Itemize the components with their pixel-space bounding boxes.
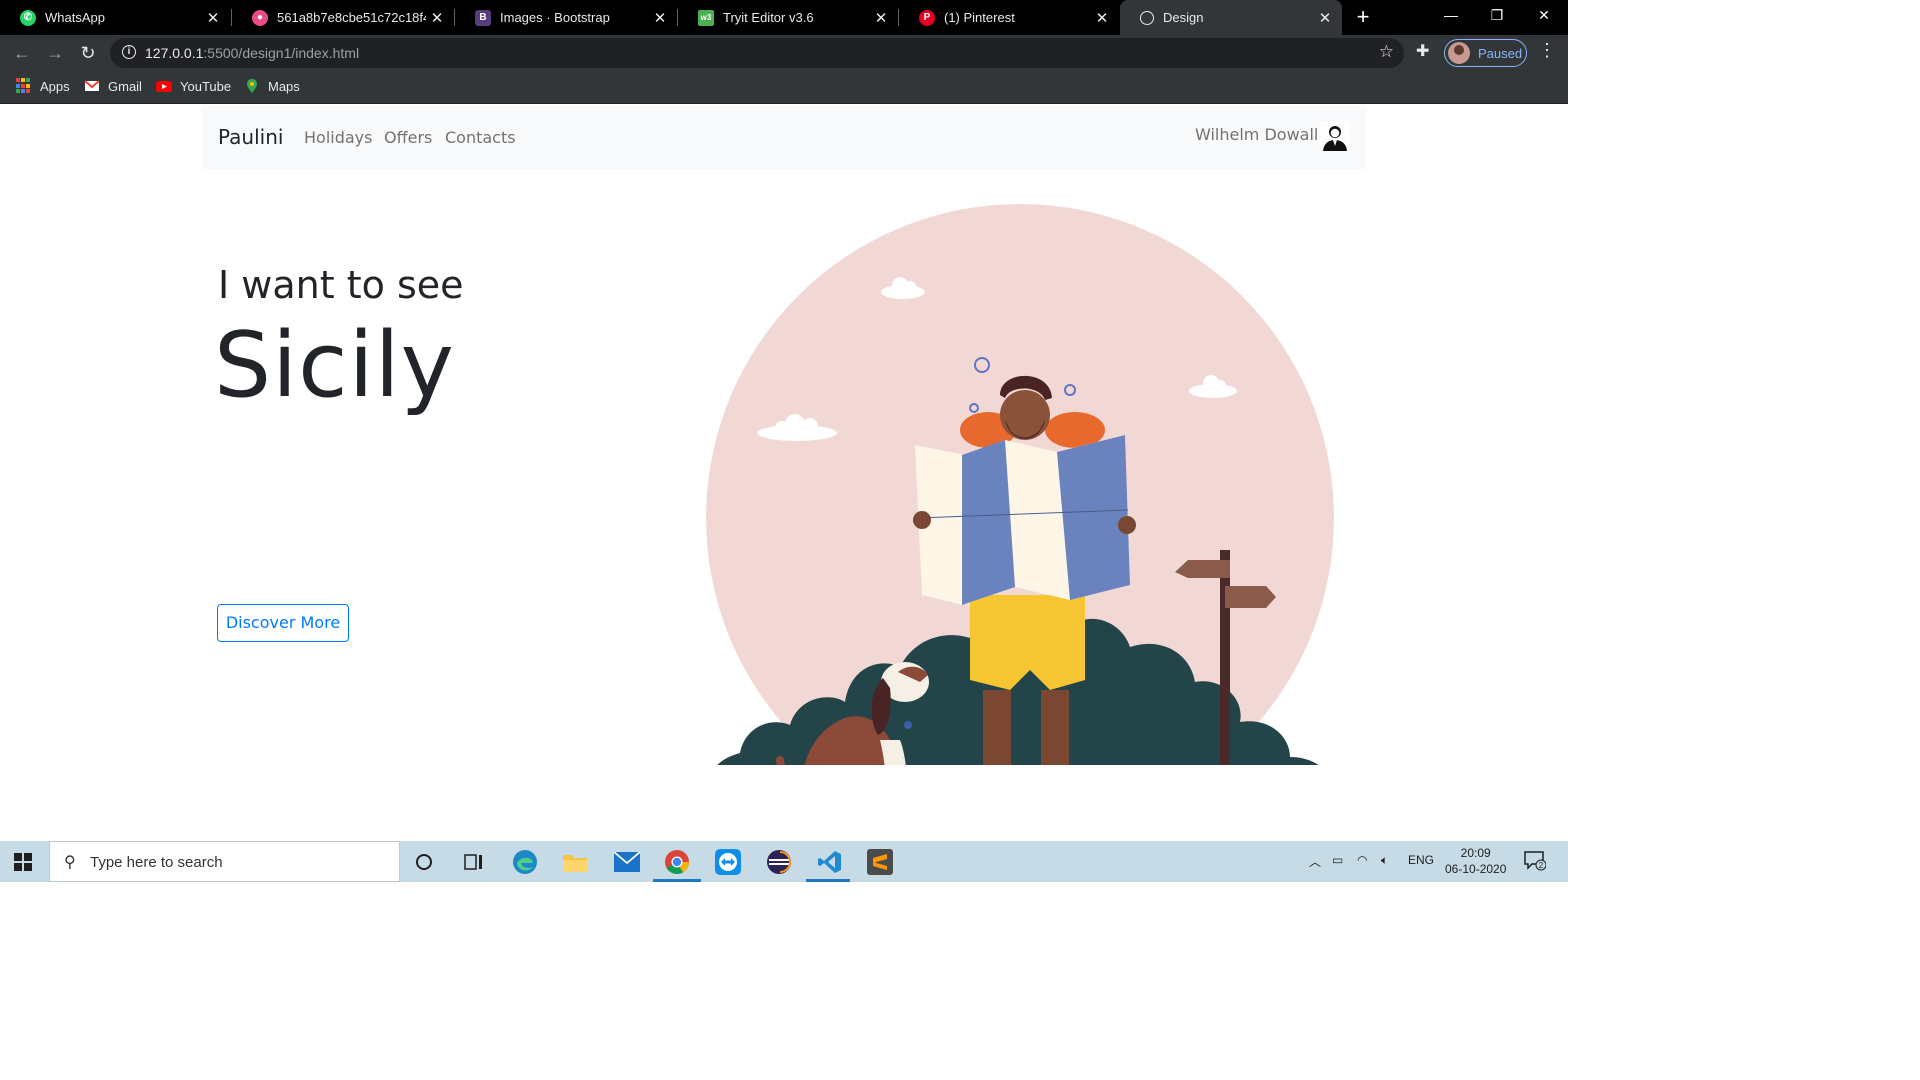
file-explorer-icon[interactable]: [560, 847, 590, 877]
nav-link-contacts[interactable]: Contacts: [445, 128, 516, 147]
search-icon: ⚲: [64, 854, 76, 871]
bootstrap-icon: B: [475, 9, 491, 26]
pinterest-icon: P: [919, 9, 935, 26]
vscode-icon[interactable]: [815, 847, 845, 877]
extensions-puzzle-icon[interactable]: ✚: [1416, 41, 1429, 61]
notification-center-icon[interactable]: 2: [1524, 851, 1547, 871]
tab-whatsapp[interactable]: ✆ WhatsApp ✕: [0, 0, 230, 35]
eclipse-icon[interactable]: [764, 847, 794, 877]
nav-link-offers[interactable]: Offers: [384, 128, 432, 147]
traveler-illustration: [706, 204, 1334, 765]
wifi-icon[interactable]: ◠: [1357, 853, 1367, 867]
windows-start-icon[interactable]: [14, 853, 32, 871]
close-tab-icon[interactable]: ✕: [202, 9, 224, 27]
whatsapp-icon: ✆: [20, 9, 36, 26]
url-path: :5500/design1/index.html: [203, 45, 360, 61]
tab-bootstrap[interactable]: B Images · Bootstrap ✕: [455, 0, 677, 35]
bookmarks-bar: Apps Gmail YouTube Maps: [0, 71, 1568, 104]
language-indicator[interactable]: ENG: [1408, 853, 1434, 867]
tab-title: Tryit Editor v3.6: [723, 10, 814, 25]
close-window-button[interactable]: ✕: [1521, 0, 1567, 32]
profile-label: Paused: [1478, 45, 1523, 61]
clock-date: 06-10-2020: [1445, 862, 1507, 876]
dribbble-icon: ●: [252, 9, 268, 26]
tab-title: (1) Pinterest: [944, 10, 1015, 25]
tab-title: 561a8b7e8cbe51c72c18f4ef0: [277, 10, 426, 25]
close-tab-icon[interactable]: ✕: [870, 9, 892, 27]
close-tab-icon[interactable]: ✕: [649, 9, 671, 27]
tab-bar: ✆ WhatsApp ✕ ● 561a8b7e8cbe51c72c18f4ef0…: [0, 0, 1568, 35]
url-host: 127.0.0.1: [145, 45, 204, 61]
user-name: Wilhelm Dowall: [1195, 125, 1319, 144]
notification-count: 2: [1539, 861, 1544, 870]
tab-dribbble[interactable]: ● 561a8b7e8cbe51c72c18f4ef0 ✕: [232, 0, 454, 35]
forward-button[interactable]: →: [43, 41, 67, 65]
bookmark-maps[interactable]: Maps: [244, 78, 300, 94]
hero-subtitle: I want to see: [218, 263, 464, 307]
bookmark-label: Gmail: [108, 78, 142, 94]
gmail-icon: [84, 80, 100, 91]
w3schools-icon: w3: [698, 9, 714, 26]
tab-title: Design: [1163, 10, 1204, 25]
tab-design[interactable]: Design ✕: [1120, 0, 1342, 35]
clock-time: 20:09: [1460, 846, 1491, 860]
tab-title: WhatsApp: [45, 10, 105, 25]
web-page: Paulini Holidays Offers Contacts Wilhelm…: [0, 105, 1568, 841]
address-bar[interactable]: i 127.0.0.1:5500/design1/index.html ☆: [110, 38, 1404, 68]
bookmark-star-icon[interactable]: ☆: [1379, 42, 1394, 62]
volume-icon[interactable]: 🔈︎: [1381, 853, 1388, 868]
youtube-icon: [156, 81, 172, 92]
bookmark-label: Apps: [40, 78, 70, 94]
maps-icon: [247, 79, 257, 93]
running-app-indicator: [806, 879, 850, 882]
user-avatar[interactable]: [1320, 121, 1350, 151]
chrome-icon[interactable]: [662, 847, 692, 877]
globe-icon: [1140, 10, 1154, 25]
mail-icon[interactable]: [612, 847, 642, 877]
sublime-icon[interactable]: [865, 847, 895, 877]
bookmark-label: YouTube: [180, 78, 232, 94]
profile-button[interactable]: Paused: [1444, 39, 1527, 67]
new-tab-button[interactable]: +: [1352, 5, 1374, 29]
battery-icon[interactable]: ▭: [1332, 853, 1343, 867]
site-info-icon[interactable]: i: [122, 45, 136, 59]
back-button[interactable]: ←: [10, 41, 34, 65]
browser-toolbar: ← → ↻ i 127.0.0.1:5500/design1/index.htm…: [0, 35, 1568, 71]
url-text: 127.0.0.1:5500/design1/index.html: [145, 45, 359, 61]
apps-grid-icon: [16, 78, 32, 94]
nav-link-holidays[interactable]: Holidays: [304, 128, 372, 147]
bookmark-gmail[interactable]: Gmail: [84, 78, 142, 94]
taskbar-search[interactable]: ⚲ Type here to search: [49, 841, 400, 882]
restore-button[interactable]: ❐: [1474, 0, 1520, 32]
hero-title: Sicily: [214, 313, 455, 418]
cortana-icon[interactable]: [409, 847, 439, 877]
site-brand[interactable]: Paulini: [218, 125, 283, 149]
site-navbar: Paulini Holidays Offers Contacts Wilhelm…: [202, 105, 1366, 169]
show-hidden-icons[interactable]: ︿: [1309, 853, 1321, 870]
bookmark-label: Maps: [268, 78, 300, 94]
edge-icon[interactable]: [510, 847, 540, 877]
search-placeholder: Type here to search: [90, 854, 223, 871]
bookmark-youtube[interactable]: YouTube: [156, 78, 231, 94]
bookmark-apps[interactable]: Apps: [16, 78, 70, 94]
close-tab-icon[interactable]: ✕: [1314, 9, 1336, 27]
browser-menu-icon[interactable]: ⋮: [1538, 40, 1556, 61]
reload-button[interactable]: ↻: [76, 41, 100, 65]
close-tab-icon[interactable]: ✕: [426, 9, 448, 27]
discover-more-button[interactable]: Discover More: [217, 604, 349, 642]
tab-title: Images · Bootstrap: [500, 10, 610, 25]
task-view-icon[interactable]: [459, 847, 489, 877]
minimize-button[interactable]: —: [1428, 0, 1474, 32]
close-tab-icon[interactable]: ✕: [1091, 9, 1113, 27]
active-app-indicator: [653, 879, 701, 882]
teamviewer-icon[interactable]: [713, 847, 743, 877]
profile-avatar: [1448, 42, 1470, 64]
tab-tryit[interactable]: w3 Tryit Editor v3.6 ✕: [678, 0, 898, 35]
windows-taskbar: ⚲ Type here to search ︿ ▭ ◠ 🔈︎ ENG 20:09…: [0, 841, 1568, 882]
tab-pinterest[interactable]: P (1) Pinterest ✕: [899, 0, 1119, 35]
clock[interactable]: 20:09 06-10-2020: [1445, 845, 1506, 877]
